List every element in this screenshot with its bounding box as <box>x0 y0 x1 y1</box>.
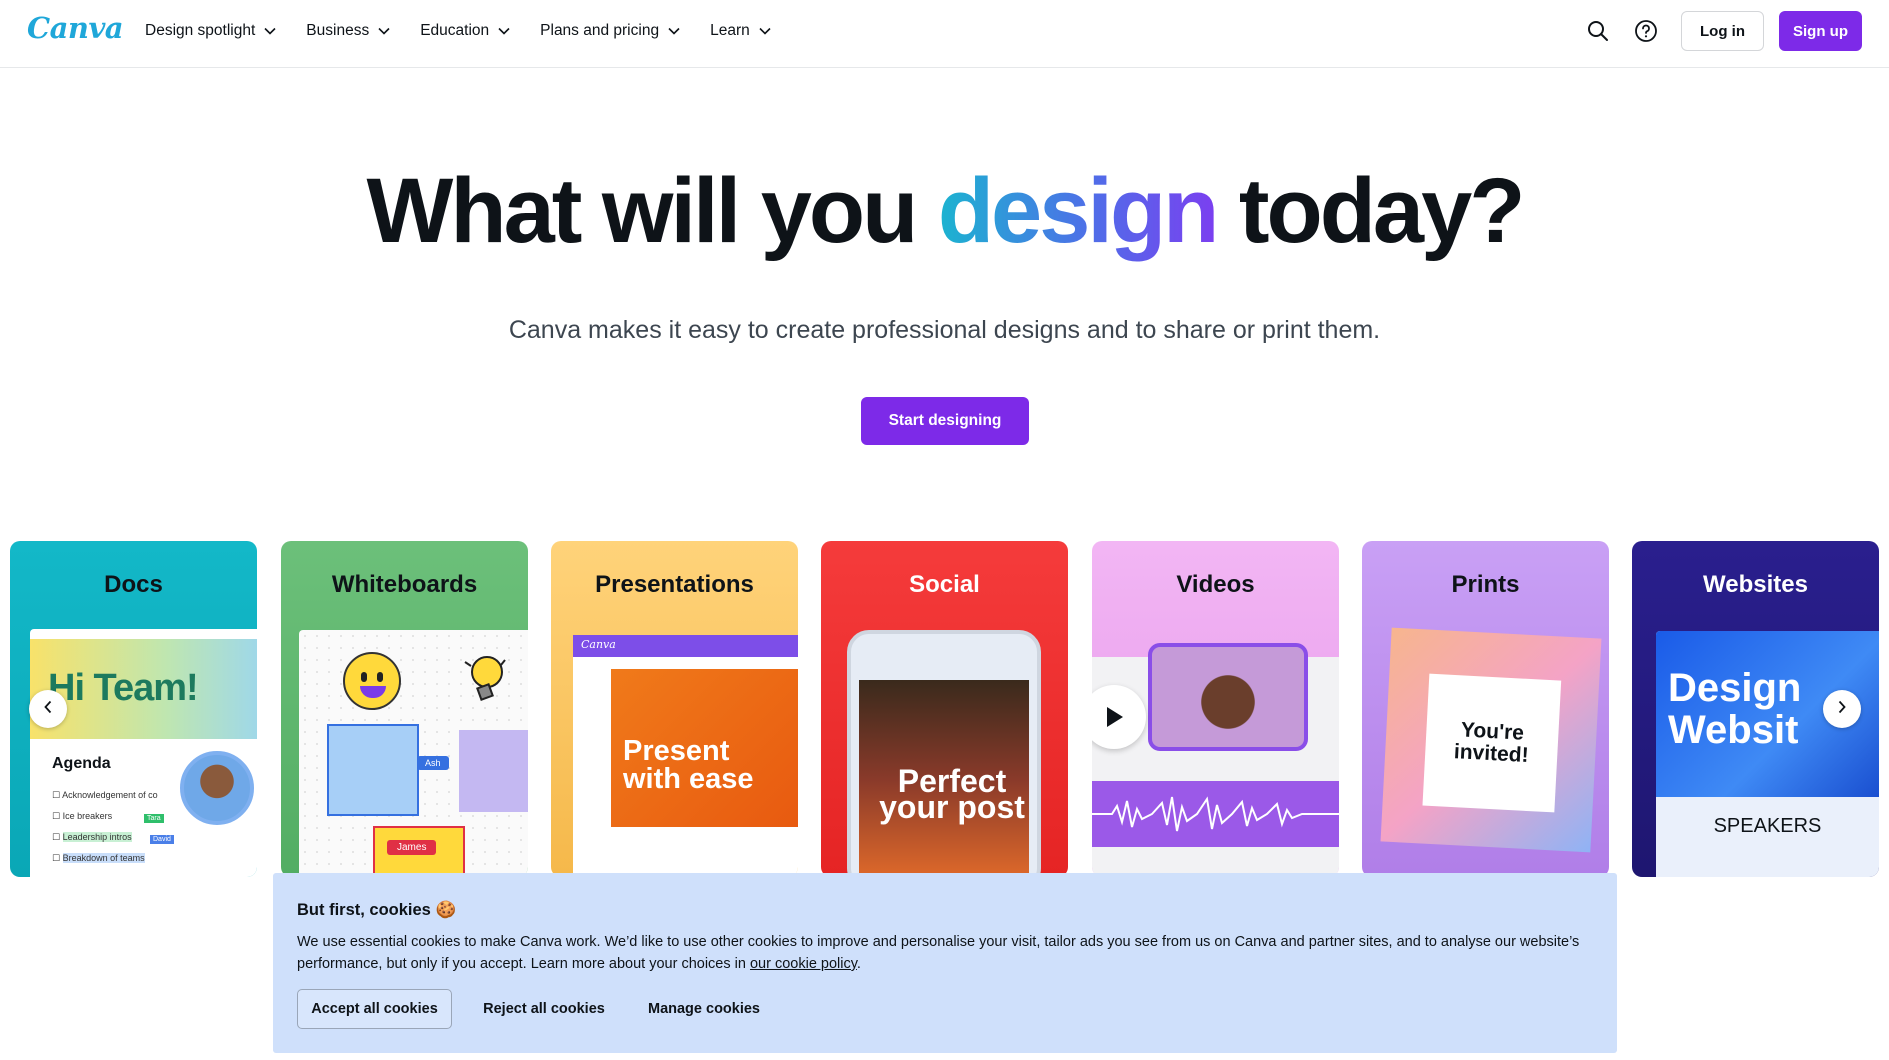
presentation-preview: Canva Present with ease <box>573 635 798 877</box>
agenda-item: Breakdown of teams <box>62 853 145 863</box>
nav-label: Business <box>306 22 370 39</box>
nav-design-spotlight[interactable]: Design spotlight <box>130 11 291 51</box>
collaborator-tag: James <box>387 840 437 855</box>
play-icon[interactable] <box>1092 685 1146 749</box>
docs-agenda-title: Agenda <box>52 755 111 772</box>
invitation-card: You're invited! <box>1380 627 1602 853</box>
collaborator-tag: Ash <box>417 756 449 770</box>
nav-label: Learn <box>710 22 750 39</box>
cookie-policy-link[interactable]: our cookie policy <box>750 956 857 972</box>
chevron-down-icon <box>378 27 390 35</box>
card-title: Prints <box>1451 571 1520 598</box>
reject-all-cookies-button[interactable]: Reject all cookies <box>469 989 619 1029</box>
eye <box>377 672 383 682</box>
mouth <box>360 686 386 698</box>
manage-cookies-button[interactable]: Manage cookies <box>639 989 769 1029</box>
phone-mockup: Perfect your post <box>847 630 1041 877</box>
collaborator-tag: David <box>150 835 174 844</box>
app-logo: Canva <box>581 638 616 651</box>
card-title: Videos <box>1176 571 1255 598</box>
card-prints[interactable]: Prints You're invited! <box>1362 541 1609 877</box>
nav-learn[interactable]: Learn <box>695 11 786 51</box>
accept-all-cookies-button[interactable]: Accept all cookies <box>297 989 452 1029</box>
list-item: ☐ Acknowledgement of co <box>52 790 158 800</box>
chevron-down-icon <box>668 27 680 35</box>
app-toolbar: Canva <box>573 635 798 657</box>
collaborator-tag: Tara <box>144 814 164 823</box>
agenda-item: Ice breakers <box>62 811 113 821</box>
search-icon[interactable] <box>1586 19 1610 43</box>
card-title: Social <box>909 571 980 598</box>
canva-logo[interactable]: Canva <box>27 11 124 45</box>
cookie-banner: But first, cookies 🍪 We use essential co… <box>273 873 1617 1053</box>
nav-education[interactable]: Education <box>405 11 525 51</box>
video-editor <box>1092 643 1339 877</box>
site-header: Canva Design spotlight Business Educatio… <box>0 0 1889 68</box>
docs-heading: Hi Team! <box>48 667 199 709</box>
login-button[interactable]: Log in <box>1681 11 1764 51</box>
nav-label: Design spotlight <box>145 22 256 39</box>
card-presentations[interactable]: Presentations Canva Present with ease <box>551 541 798 877</box>
chevron-down-icon <box>498 27 510 35</box>
chevron-left-icon <box>43 700 53 719</box>
docs-preview: Hi Team! Agenda ☐ Acknowledgement of co … <box>30 629 257 877</box>
cookie-body: We use essential cookies to make Canva w… <box>297 931 1587 975</box>
chevron-right-icon <box>1837 700 1847 719</box>
cookie-body-text: We use essential cookies to make Canva w… <box>297 934 1580 972</box>
chevron-down-icon <box>264 27 276 35</box>
agenda-item: Leadership intros <box>62 832 132 842</box>
help-icon[interactable] <box>1634 19 1658 43</box>
main-nav: Design spotlight Business Education Plan… <box>130 0 786 62</box>
chevron-down-icon <box>759 27 771 35</box>
sticky-shape <box>327 724 419 816</box>
social-post: Perfect your post <box>859 680 1029 877</box>
slide-canvas: Present with ease <box>611 669 798 827</box>
slide-text: Present with ease <box>623 735 754 795</box>
card-title: Whiteboards <box>331 571 478 598</box>
eye <box>361 672 367 682</box>
list-item: ☐ Ice breakers <box>52 811 113 821</box>
sticky-shape: James <box>373 826 465 877</box>
hero-subtitle: Canva makes it easy to create profession… <box>508 316 1381 344</box>
nav-label: Plans and pricing <box>540 22 660 39</box>
nav-label: Education <box>420 22 490 39</box>
cookie-title: But first, cookies 🍪 <box>297 901 456 919</box>
card-whiteboards[interactable]: Whiteboards Ash James <box>281 541 528 877</box>
card-videos[interactable]: Videos <box>1092 541 1339 877</box>
start-designing-button[interactable]: Start designing <box>861 397 1029 445</box>
invitation-text: You're invited! <box>1453 718 1530 767</box>
carousel-next-button[interactable] <box>1823 690 1861 728</box>
hero-title: What will you design today? <box>0 165 1889 257</box>
website-preview: Design Websit SPEAKERS <box>1656 631 1879 877</box>
sticky-shape <box>459 730 528 812</box>
whiteboard-preview: Ash James <box>299 630 528 877</box>
nav-plans-and-pricing[interactable]: Plans and pricing <box>525 11 695 51</box>
speakers-label: SPEAKERS <box>1713 815 1822 837</box>
card-title: Docs <box>104 571 163 598</box>
cookie-body-end: . <box>856 956 861 972</box>
card-title: Websites <box>1703 571 1808 598</box>
audio-waveform <box>1092 781 1339 847</box>
agenda-item: Acknowledgement of co <box>62 790 158 800</box>
video-thumbnail <box>1148 643 1308 751</box>
card-social[interactable]: Social Perfect your post <box>821 541 1068 877</box>
smiley-icon <box>343 652 401 710</box>
avatar <box>180 751 254 825</box>
post-text: Perfect your post <box>879 763 1025 825</box>
hero-title-start: What will you <box>366 160 938 262</box>
nav-business[interactable]: Business <box>291 11 405 51</box>
lightbulb-icon <box>461 652 506 702</box>
card-title: Presentations <box>595 571 754 598</box>
signup-button[interactable]: Sign up <box>1779 11 1862 51</box>
list-item: ☐ Leadership intros <box>52 832 132 842</box>
carousel-prev-button[interactable] <box>29 690 67 728</box>
docs-agenda-list: ☐ Acknowledgement of co ☐ Ice breakers ☐… <box>52 785 158 869</box>
invitation-inner: You're invited! <box>1422 673 1562 813</box>
list-item: ☐ Breakdown of teams <box>52 853 145 863</box>
hero-title-end: today? <box>1216 160 1526 262</box>
hero-title-accent: design <box>937 160 1219 262</box>
